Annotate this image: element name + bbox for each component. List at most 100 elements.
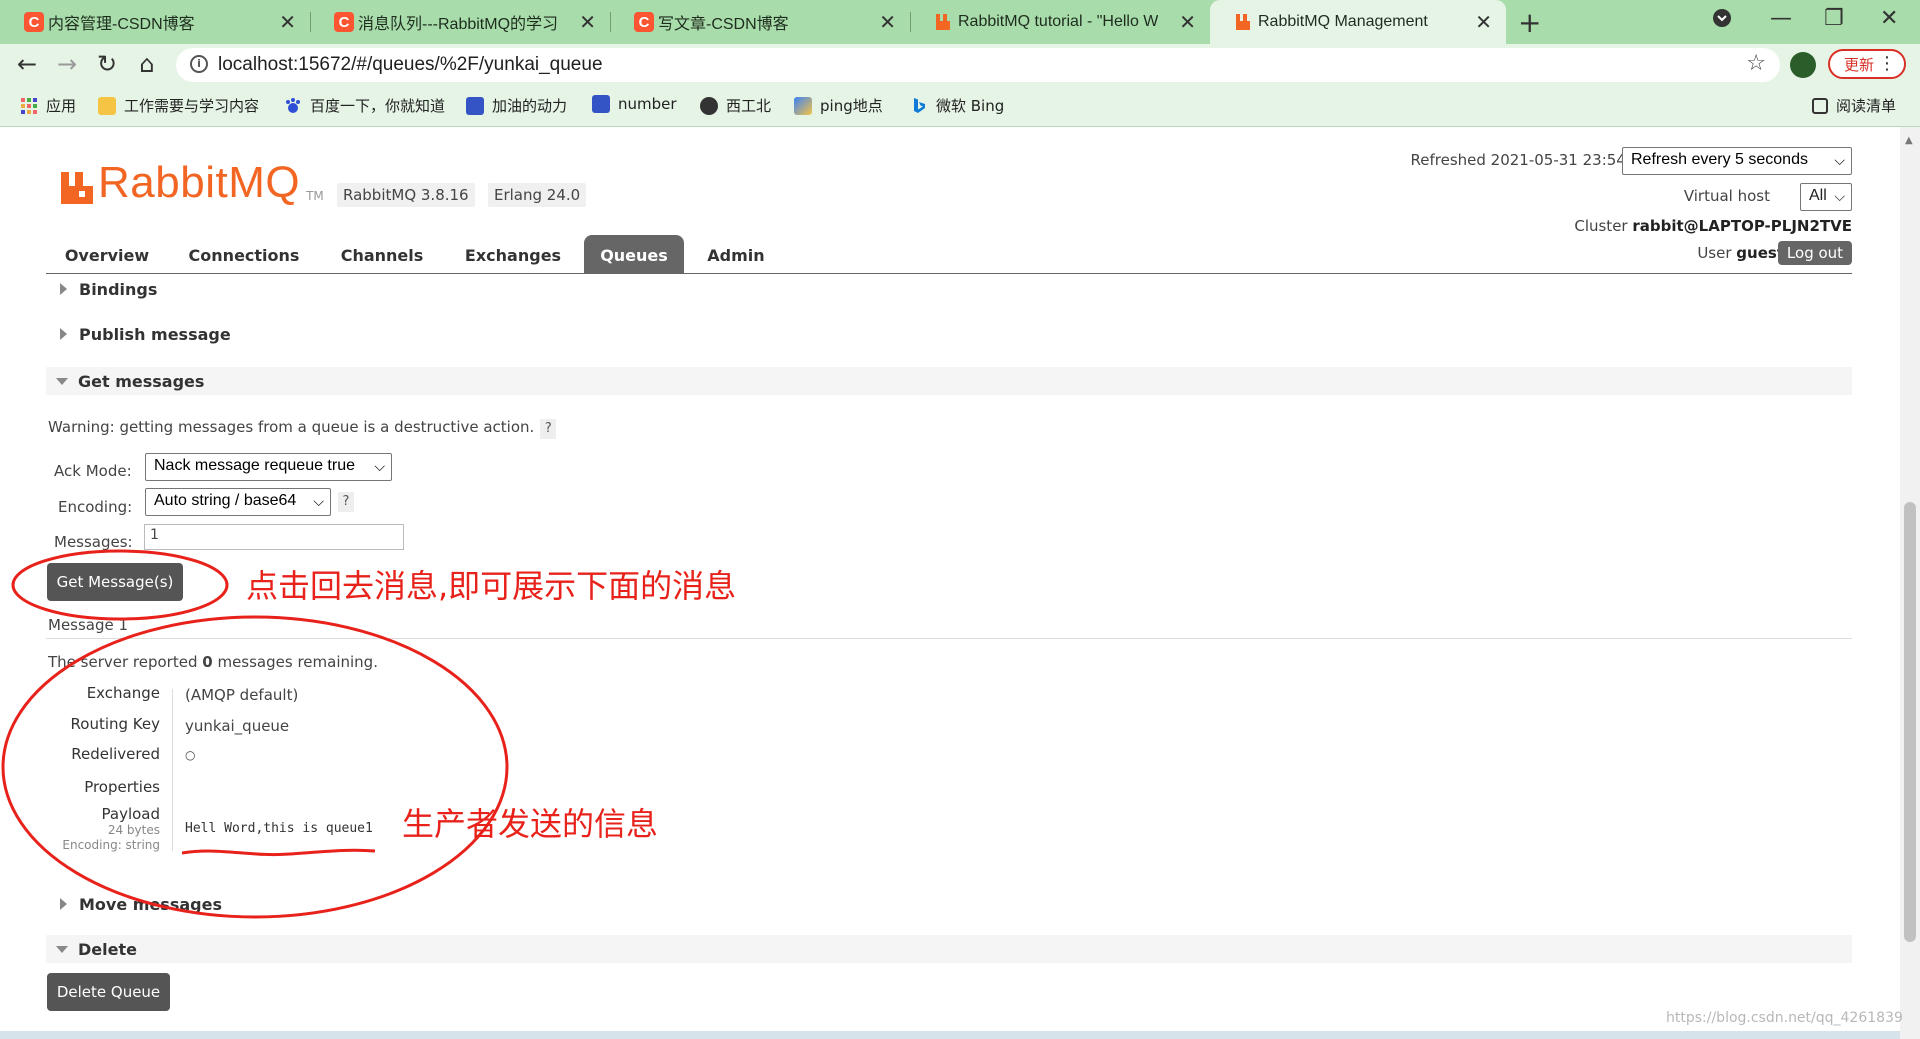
chevron-down-icon: ⌵	[313, 493, 324, 509]
update-label: 更新	[1844, 55, 1875, 74]
refreshed-timestamp: Refreshed 2021-05-31 23:54:54	[1410, 151, 1650, 169]
delete-queue-button[interactable]: Delete Queue	[47, 973, 170, 1011]
erlang-badge: Erlang 24.0	[488, 183, 587, 207]
bookmark-work-folder[interactable]: 工作需要与学习内容	[98, 95, 259, 116]
payload-label: Payload	[101, 805, 161, 823]
restore-icon[interactable]: ❐	[1824, 6, 1844, 31]
refresh-select-value: Refresh every 5 seconds	[1631, 151, 1808, 168]
csdn-watermark: https://blog.csdn.net/qq_4261839	[1666, 1010, 1903, 1026]
caret-right-icon	[60, 898, 67, 910]
messages-count-input[interactable]: 1	[144, 524, 404, 550]
tab-exchanges[interactable]: Exchanges	[444, 235, 582, 273]
section-bindings[interactable]: Bindings	[46, 275, 1852, 303]
cluster-label: Cluster	[1574, 217, 1628, 235]
tab-csdn-content[interactable]: C 内容管理-CSDN博客 ✕	[0, 0, 310, 44]
section-publish-message[interactable]: Publish message	[46, 320, 1852, 348]
close-icon[interactable]: ✕	[279, 10, 296, 35]
bookmark-icon	[466, 96, 484, 115]
browser-tab-bar: C 内容管理-CSDN博客 ✕ C 消息队列---RabbitMQ的学习(二 ✕…	[0, 0, 1920, 44]
tab-title: 内容管理-CSDN博客	[48, 16, 195, 33]
tab-rabbitmq-tutorial[interactable]: RabbitMQ tutorial - "Hello Wo ✕	[910, 0, 1210, 44]
routing-key-label: Routing Key	[70, 715, 160, 733]
section-move-messages[interactable]: Move messages	[46, 890, 1852, 918]
redelivered-value: ○	[185, 748, 196, 762]
cluster-name: rabbit@LAPTOP-PLJN2TVE	[1632, 217, 1852, 235]
apps-grid-icon	[20, 97, 38, 115]
site-info-icon[interactable]: i	[190, 55, 208, 73]
ack-mode-label: Ack Mode:	[54, 462, 132, 480]
tab-overview[interactable]: Overview	[46, 235, 168, 273]
section-title: Move messages	[79, 894, 222, 914]
reading-list[interactable]: 阅读清单	[1812, 95, 1896, 116]
baidu-icon	[284, 97, 302, 115]
close-icon[interactable]: ✕	[879, 10, 896, 35]
tab-queues[interactable]: Queues	[584, 235, 684, 273]
close-icon[interactable]: ✕	[1179, 10, 1196, 35]
forward-arrow-icon[interactable]: →	[52, 50, 82, 78]
section-delete[interactable]: Delete	[46, 935, 1852, 963]
remaining-suffix: messages remaining.	[212, 653, 378, 671]
address-bar[interactable]: i localhost:15672/#/queues/%2F/yunkai_qu…	[176, 48, 1780, 82]
url-text[interactable]: localhost:15672/#/queues/%2F/yunkai_queu…	[218, 54, 603, 76]
tab-csdn-write[interactable]: C 写文章-CSDN博客 ✕	[610, 0, 910, 44]
bookmark-xigongbei[interactable]: 西工北	[700, 95, 771, 116]
bookmark-motivation[interactable]: 加油的动力	[466, 95, 567, 116]
tab-channels[interactable]: Channels	[320, 235, 444, 273]
tab-connections[interactable]: Connections	[168, 235, 320, 273]
main-nav: Overview Connections Channels Exchanges …	[46, 235, 1852, 274]
bookmark-label: ping地点	[820, 97, 883, 115]
tab-admin[interactable]: Admin	[686, 235, 786, 273]
remaining-count: 0	[202, 653, 213, 671]
payload-encoding: Encoding: string	[62, 838, 160, 852]
minimize-icon[interactable]: —	[1770, 6, 1792, 31]
profile-avatar-icon[interactable]	[1790, 52, 1816, 78]
bookmark-apps[interactable]: 应用	[20, 95, 76, 116]
annotation-underline-payload	[181, 848, 376, 857]
help-icon[interactable]: ?	[540, 419, 557, 439]
ack-mode-select[interactable]: Nack message requeue true ⌵	[145, 453, 392, 481]
close-icon[interactable]: ✕	[579, 10, 596, 35]
bookmark-star-icon[interactable]: ☆	[1746, 51, 1766, 76]
scroll-up-icon[interactable]: ▲	[1905, 135, 1913, 146]
page-scrollbar[interactable]: ▲	[1900, 127, 1920, 1039]
tab-rabbitmq-management[interactable]: RabbitMQ Management ✕	[1210, 0, 1506, 44]
csdn-favicon-icon: C	[24, 12, 44, 32]
reload-icon[interactable]: ↻	[92, 50, 122, 78]
annotation-note-get-message: 点击回去消息,即可展示下面的消息	[246, 567, 737, 605]
tab-title: RabbitMQ tutorial - "Hello Wo	[958, 13, 1158, 30]
refresh-interval-select[interactable]: Refresh every 5 seconds ⌵	[1622, 147, 1852, 175]
encoding-value: Auto string / base64	[154, 492, 297, 509]
csdn-favicon-icon: C	[334, 12, 354, 32]
encoding-help-icon[interactable]: ?	[338, 492, 354, 512]
update-button[interactable]: 更新 ⋮	[1828, 49, 1906, 79]
scrollbar-thumb[interactable]	[1904, 502, 1916, 942]
bookmark-bing[interactable]: 微软 Bing	[910, 95, 1004, 116]
bookmark-label: 工作需要与学习内容	[124, 97, 260, 115]
folder-icon	[98, 96, 116, 115]
back-arrow-icon[interactable]: ←	[12, 50, 42, 78]
home-icon[interactable]: ⌂	[132, 50, 162, 78]
bottom-strip	[0, 1031, 1900, 1039]
message-heading: Message 1	[48, 616, 129, 634]
bookmark-number[interactable]: number	[592, 95, 677, 113]
bookmark-baidu[interactable]: 百度一下，你就知道	[284, 95, 445, 116]
exchange-value: (AMQP default)	[185, 686, 299, 704]
get-messages-button[interactable]: Get Message(s)	[47, 563, 183, 601]
routing-key-value: yunkai_queue	[185, 717, 290, 735]
bookmark-ping[interactable]: ping地点	[794, 95, 883, 116]
section-title: Get messages	[78, 371, 205, 391]
bookmark-label: 应用	[46, 97, 77, 115]
caret-right-icon	[60, 328, 67, 340]
tab-rabbitmq-study[interactable]: C 消息队列---RabbitMQ的学习(二 ✕	[310, 0, 610, 44]
reading-list-label: 阅读清单	[1836, 97, 1897, 115]
rabbitmq-logo[interactable]: RabbitMQ TM	[60, 161, 324, 205]
section-get-messages[interactable]: Get messages	[46, 367, 1852, 395]
new-tab-plus-icon[interactable]: +	[1518, 6, 1541, 39]
encoding-select[interactable]: Auto string / base64 ⌵	[145, 488, 331, 516]
virtual-host-select[interactable]: All ⌵	[1800, 183, 1852, 211]
window-close-icon[interactable]: ✕	[1880, 6, 1898, 31]
close-icon[interactable]: ✕	[1475, 10, 1492, 35]
virtual-host-label: Virtual host	[1683, 187, 1770, 205]
tab-search-icon[interactable]	[1712, 8, 1732, 34]
chevron-down-icon: ⌵	[374, 458, 385, 474]
